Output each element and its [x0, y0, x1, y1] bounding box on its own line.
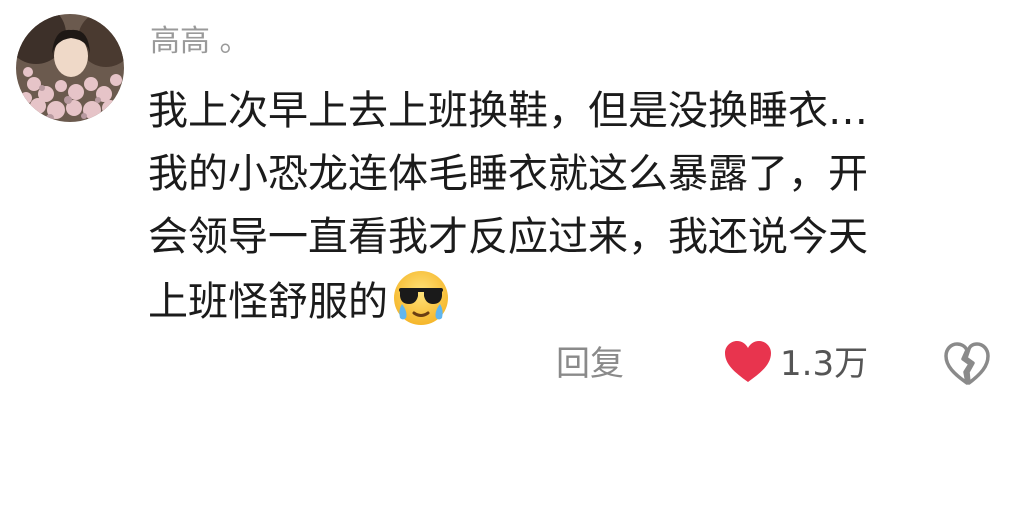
- comment-actions: 回复 1.3万: [0, 338, 1022, 392]
- username[interactable]: 高高 。: [150, 22, 250, 62]
- like-button[interactable]: 1.3万: [724, 340, 868, 388]
- comment-line-text: 上班怪舒服的: [148, 279, 388, 325]
- comment-card: 高高 。 我上次早上去上班换鞋，但是没换睡衣… 我的小恐龙连体毛睡衣就这么暴露了…: [0, 0, 1022, 508]
- dislike-button[interactable]: [944, 342, 990, 386]
- broken-heart-icon: [944, 342, 990, 390]
- comment-line: 我的小恐龙连体毛睡衣就这么暴露了，开: [148, 151, 868, 197]
- comment-line: 我上次早上去上班换鞋，但是没换睡衣…: [148, 88, 868, 134]
- avatar[interactable]: [16, 14, 124, 122]
- heart-icon: [724, 340, 772, 388]
- comment-line: 会领导一直看我才反应过来，我还说今天: [148, 214, 868, 260]
- comment-line-last: 上班怪舒服的: [148, 269, 968, 332]
- like-count: 1.3万: [780, 344, 869, 384]
- reply-button[interactable]: 回复: [556, 340, 624, 388]
- comment-text: 我上次早上去上班换鞋，但是没换睡衣… 我的小恐龙连体毛睡衣就这么暴露了，开 会领…: [148, 80, 968, 332]
- crying-sunglasses-emoji-icon: [392, 269, 450, 327]
